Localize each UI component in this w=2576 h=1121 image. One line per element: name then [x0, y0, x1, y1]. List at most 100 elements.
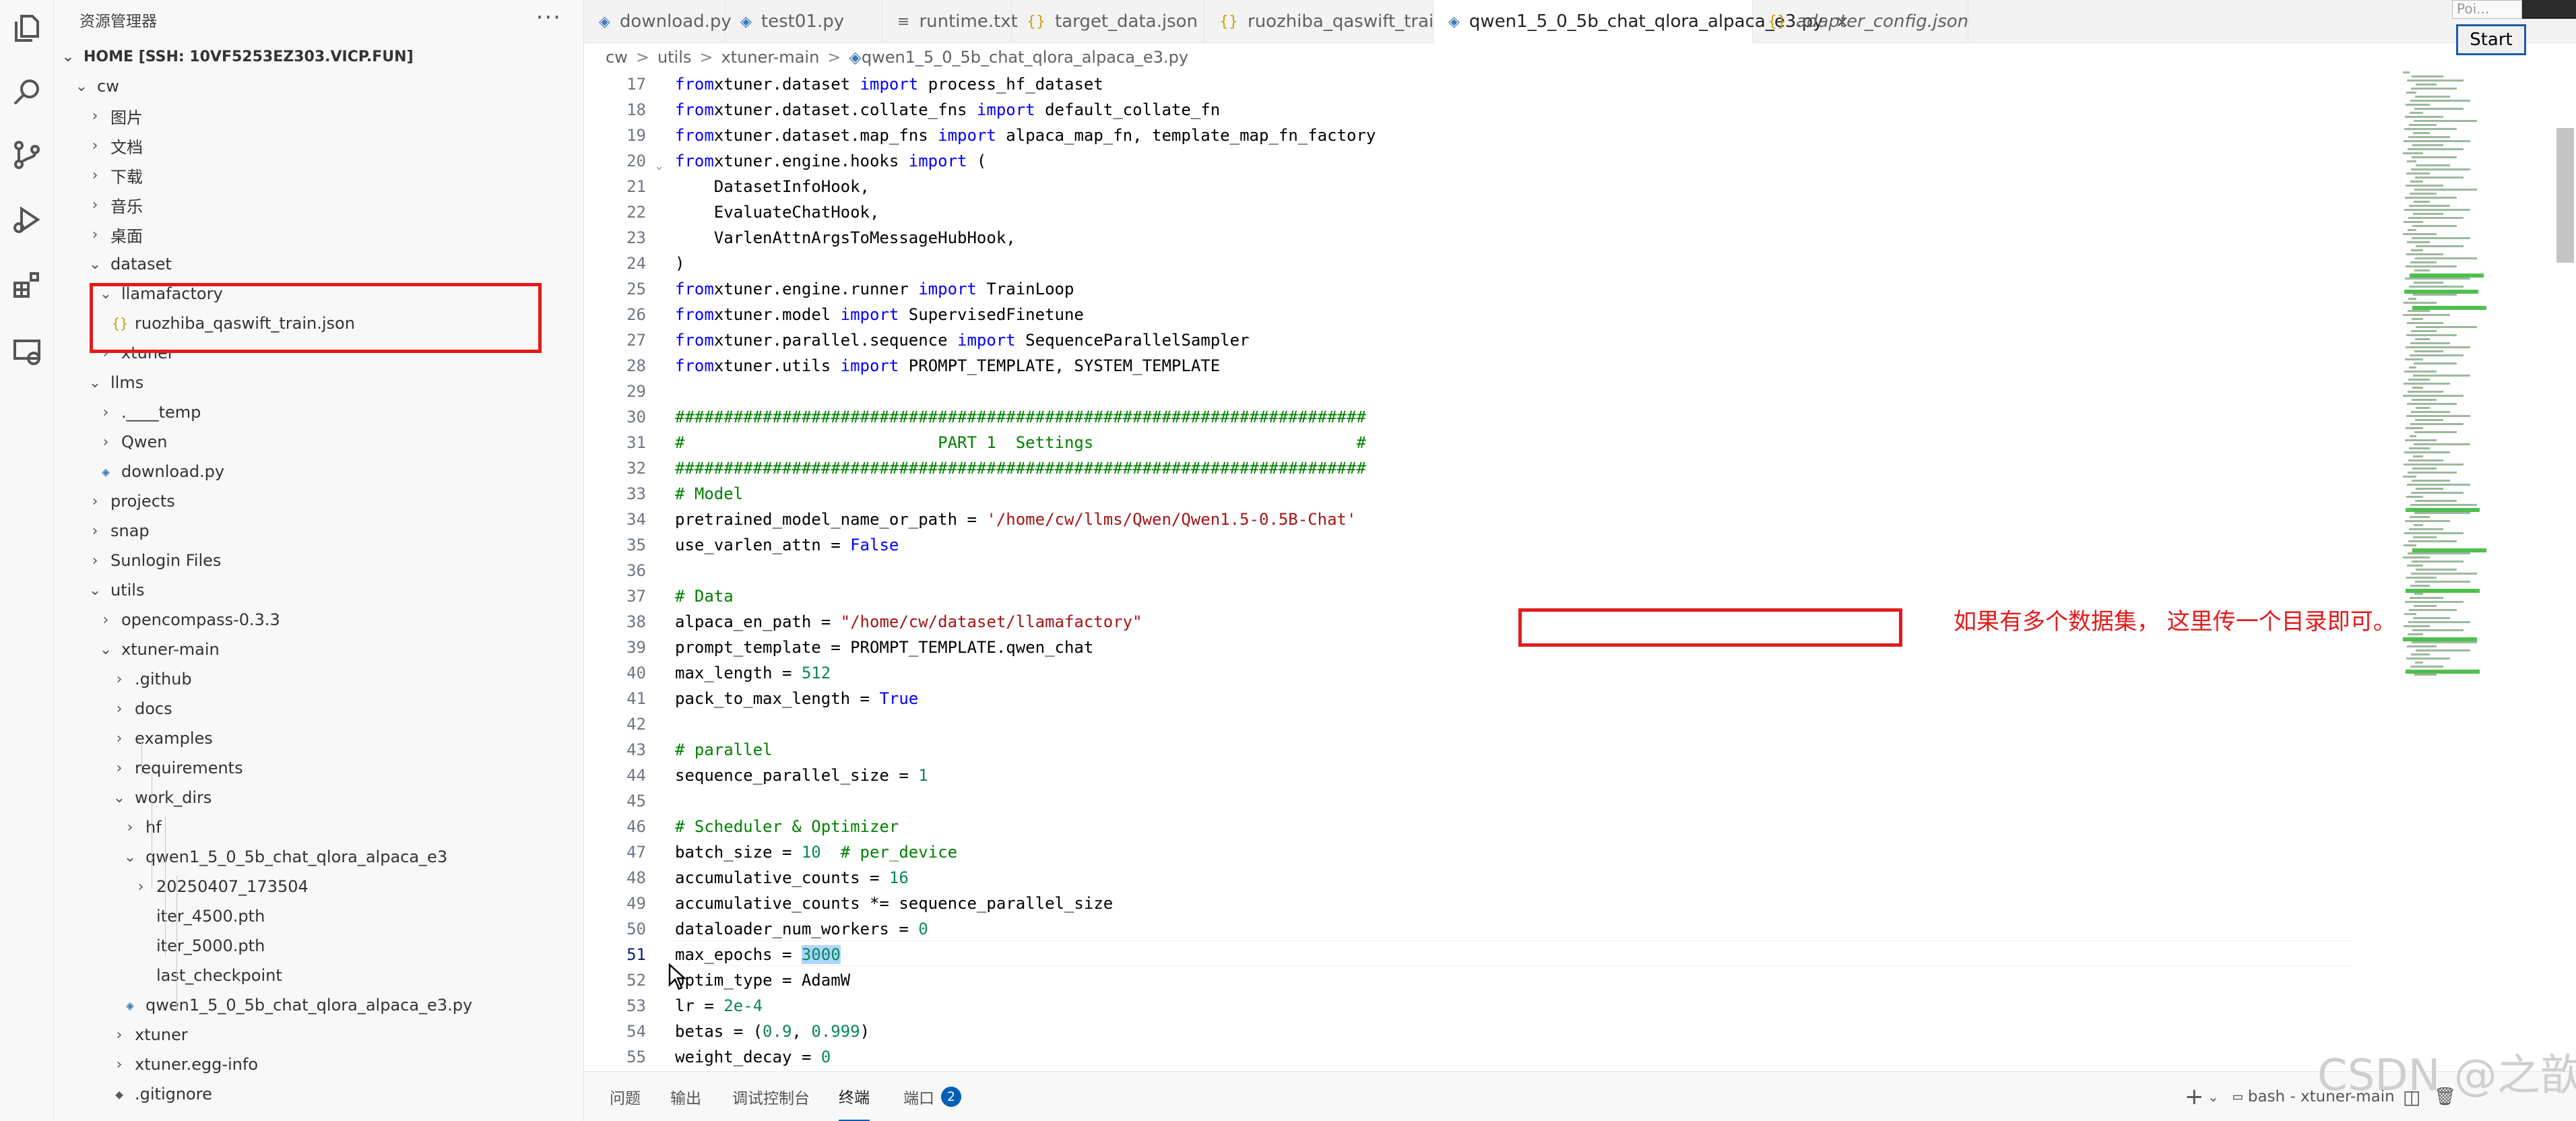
tree-item[interactable]: › opencompass-0.3.3 — [54, 605, 583, 635]
terminal-dropdown-icon[interactable]: ⌄ — [2208, 1072, 2219, 1121]
tab-terminal[interactable]: 终端 — [839, 1072, 870, 1121]
code-line[interactable]: EvaluateChatHook, — [675, 199, 880, 225]
tree-item[interactable]: ⌄ llms — [54, 368, 583, 397]
breadcrumb-item[interactable]: utils — [657, 48, 691, 67]
minimap-line — [2406, 658, 2450, 660]
tree-item[interactable]: ⌄ cw — [54, 71, 583, 101]
code-line[interactable]: fromxtuner.engine.hooks import ( — [675, 148, 986, 174]
code-line[interactable]: fromxtuner.parallel.sequence import Sequ… — [675, 327, 1250, 353]
tree-item[interactable]: › xtuner — [54, 1020, 583, 1050]
tree-item[interactable]: › 桌面 — [54, 220, 583, 249]
breadcrumb-item[interactable]: cw — [606, 48, 628, 67]
code-line[interactable]: ) — [675, 251, 684, 276]
code-line[interactable]: max_length = 512 — [675, 660, 831, 686]
tree-item[interactable]: › .____temp — [54, 397, 583, 427]
explorer-root[interactable]: ⌄ HOME [SSH: 10VF5253EZ303.VICP.FUN] — [54, 42, 583, 71]
code-line[interactable]: fromxtuner.dataset.map_fns import alpaca… — [675, 123, 1376, 148]
tab-ports[interactable]: 端口 2 — [903, 1072, 961, 1121]
tab-problems[interactable]: 问题 — [610, 1072, 641, 1121]
tree-item[interactable]: ⌄ utils — [54, 575, 583, 605]
vertical-scrollbar[interactable] — [2556, 128, 2574, 263]
tree-item[interactable]: › 下载 — [54, 160, 583, 190]
code-line[interactable]: prompt_template = PROMPT_TEMPLATE.qwen_c… — [675, 635, 1093, 660]
code-line[interactable]: max_epochs = 3000 — [675, 942, 841, 967]
tab-ruozhiba-qaswift-train-json[interactable]: {} ruozhiba_qaswift_train.json — [1204, 0, 1486, 43]
breadcrumb-item[interactable]: xtuner-main — [721, 48, 820, 67]
tree-item[interactable]: ◆ .gitignore — [54, 1079, 583, 1109]
code-line[interactable]: optim_type = AdamW — [675, 967, 850, 993]
tree-item[interactable]: › docs — [54, 694, 583, 724]
files-icon[interactable] — [0, 1, 54, 55]
source-control-icon[interactable] — [0, 128, 54, 182]
fold-arrow-icon[interactable]: ⌄ — [654, 159, 664, 173]
code-line[interactable]: fromxtuner.dataset import process_hf_dat… — [675, 71, 1103, 97]
tree-item[interactable]: ◈ qwen1_5_0_5b_chat_qlora_alpaca_e3.py — [54, 990, 583, 1020]
tab-output[interactable]: 输出 — [670, 1072, 701, 1121]
tree-item[interactable]: › hf — [54, 812, 583, 842]
tree-item[interactable]: › 20250407_173504 — [54, 872, 583, 901]
search-icon[interactable] — [0, 65, 54, 119]
code-line[interactable]: VarlenAttnArgsToMessageHubHook, — [675, 225, 1016, 251]
tree-item[interactable]: iter_5000.pth — [54, 931, 583, 961]
code-line[interactable]: lr = 2e-4 — [675, 993, 763, 1019]
tab-qwen1-5-0-5b-chat-qlora-alpaca-e3-py[interactable]: ◈ qwen1_5_0_5b_chat_qlora_alpaca_e3.py × — [1434, 0, 1849, 43]
code-line[interactable]: pack_to_max_length = True — [675, 686, 918, 711]
tree-item[interactable]: last_checkpoint — [54, 961, 583, 990]
code-line[interactable]: betas = (0.9, 0.999) — [675, 1019, 870, 1044]
tree-item[interactable]: › snap — [54, 516, 583, 546]
code-line[interactable]: pretrained_model_name_or_path = '/home/c… — [675, 507, 1356, 532]
tree-item[interactable]: › xtuner.egg-info — [54, 1050, 583, 1079]
tab-runtime-txt[interactable]: ≡ runtime.txt — [882, 0, 1018, 43]
tab-debug-console[interactable]: 调试控制台 — [732, 1072, 810, 1121]
code-line[interactable]: alpaca_en_path = "/home/cw/dataset/llama… — [675, 609, 1142, 635]
tree-item[interactable]: › Sunlogin Files — [54, 546, 583, 575]
code-line[interactable]: weight_decay = 0 — [675, 1044, 831, 1070]
code-line[interactable]: # Model — [675, 481, 743, 507]
code-line[interactable]: # Data — [675, 583, 734, 609]
tree-item[interactable]: › projects — [54, 486, 583, 516]
tree-item[interactable]: iter_4500.pth — [54, 901, 583, 931]
tree-item[interactable]: › 图片 — [54, 101, 583, 131]
code-line[interactable]: fromxtuner.engine.runner import TrainLoo… — [675, 276, 1074, 302]
code-line[interactable]: # parallel — [675, 737, 773, 763]
minimap[interactable] — [2403, 71, 2511, 711]
code-line[interactable]: batch_size = 10 # per_device — [675, 839, 957, 865]
breadcrumb-item[interactable]: qwen1_5_0_5b_chat_qlora_alpaca_e3.py — [862, 48, 1188, 67]
code-line[interactable]: # Scheduler & Optimizer — [675, 814, 899, 839]
run-debug-icon[interactable] — [0, 193, 54, 247]
code-line[interactable]: sequence_parallel_size = 1 — [675, 763, 928, 788]
tree-item[interactable]: › 音乐 — [54, 190, 583, 220]
tab-test01-py[interactable]: ◈ test01.py — [726, 0, 882, 43]
code-line[interactable]: accumulative_counts *= sequence_parallel… — [675, 891, 1113, 916]
code-line[interactable]: dataloader_num_workers = 0 — [675, 916, 928, 942]
tree-item[interactable]: › .github — [54, 664, 583, 694]
code-line[interactable]: ########################################… — [675, 455, 1366, 481]
tree-item[interactable]: › 文档 — [54, 131, 583, 160]
code-line[interactable]: fromxtuner.utils import PROMPT_TEMPLATE,… — [675, 353, 1220, 379]
tree-item[interactable]: › Qwen — [54, 427, 583, 457]
code-line[interactable]: use_varlen_attn = False — [675, 532, 899, 558]
code-line[interactable]: fromxtuner.model import SupervisedFinetu… — [675, 302, 1084, 327]
code-line[interactable]: fromxtuner.dataset.collate_fns import de… — [675, 97, 1220, 123]
code-line[interactable]: DatasetInfoHook, — [675, 174, 870, 199]
code-line[interactable]: ########################################… — [675, 404, 1366, 430]
tab-target-data-json[interactable]: {} target_data.json — [1012, 0, 1204, 43]
code-line[interactable]: # PART 1 Settings # — [675, 430, 1366, 455]
start-button[interactable]: Start — [2456, 24, 2526, 55]
poi-field[interactable]: Poi... — [2452, 0, 2522, 19]
tree-item[interactable]: › requirements — [54, 753, 583, 783]
tab-adapter-config-json[interactable]: {} adapter_config.json — [1753, 0, 1968, 43]
extensions-icon[interactable] — [0, 259, 54, 313]
code-editor[interactable]: ⌄ 17 fromxtuner.dataset import process_hf… — [584, 71, 2389, 1071]
tree-item[interactable]: › examples — [54, 724, 583, 753]
tree-item[interactable]: ⌄ qwen1_5_0_5b_chat_qlora_alpaca_e3 — [54, 842, 583, 872]
more-actions-icon[interactable]: ··· — [536, 4, 562, 31]
new-terminal-icon[interactable]: + — [2185, 1072, 2204, 1121]
tree-item[interactable]: ⌄ work_dirs — [54, 783, 583, 812]
code-line[interactable]: accumulative_counts = 16 — [675, 865, 909, 891]
tree-item[interactable]: ◈ download.py — [54, 457, 583, 486]
tree-item[interactable]: ⌄ xtuner-main — [54, 635, 583, 664]
remote-explorer-icon[interactable] — [0, 325, 54, 379]
tree-item[interactable]: ⌄ dataset — [54, 249, 583, 279]
tab-download-py[interactable]: ◈ download.py — [584, 0, 732, 43]
